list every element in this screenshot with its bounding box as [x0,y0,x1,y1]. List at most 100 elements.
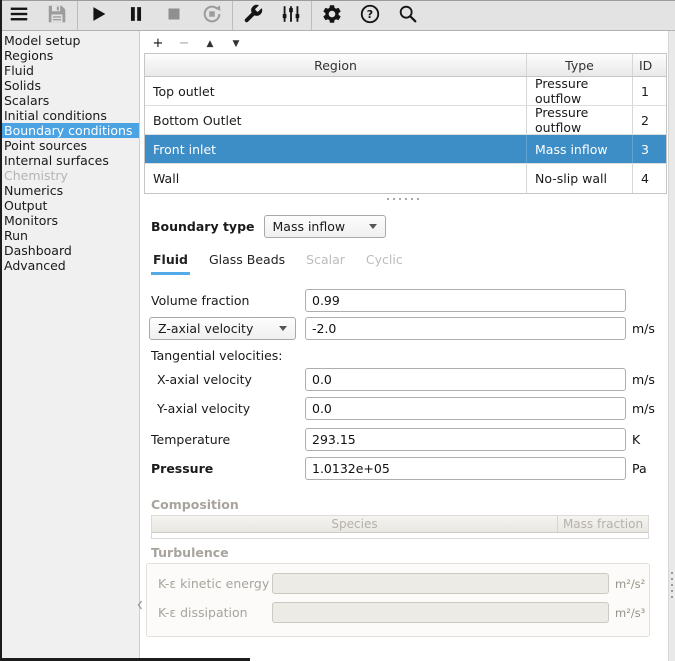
table-row-front-inlet[interactable]: Front inlet Mass inflow 3 [145,135,666,164]
chevron-down-icon [369,224,377,229]
cell-id: 3 [632,135,666,163]
remove-region-button: − [174,35,194,53]
sidebar-item-initial-conditions[interactable]: Initial conditions [0,108,139,123]
ke-kinetic-energy-unit: m²/s² [615,573,645,595]
boundary-type-row: Boundary type Mass inflow [151,215,386,238]
search-button[interactable] [389,1,427,30]
axial-velocity-input[interactable] [305,317,626,340]
navigation-sidebar: Model setup Regions Fluid Solids Scalars… [0,31,140,661]
y-velocity-row: Y-axial velocity m/s [140,397,667,420]
content-area: Model setup Regions Fluid Solids Scalars… [0,31,675,661]
chevron-down-icon [279,326,287,331]
region-list-toolbar: + − ▲ ▼ [148,35,246,53]
x-velocity-row: X-axial velocity m/s [140,368,667,391]
composition-table-header: Species Mass fraction [152,516,648,533]
move-region-down-button[interactable]: ▼ [226,35,246,53]
build-button[interactable] [234,1,272,30]
table-row-top-outlet[interactable]: Top outlet Pressure outflow 1 [145,77,666,106]
volume-fraction-row: Volume fraction [140,289,667,312]
cell-region: Bottom Outlet [145,113,526,128]
run-button[interactable] [79,1,117,30]
add-region-button[interactable]: + [148,35,168,53]
temperature-unit: K [632,428,640,451]
column-header-species: Species [152,516,557,532]
sidebar-item-advanced[interactable]: Advanced [0,258,139,273]
volume-fraction-input[interactable] [305,289,626,312]
sidebar-item-output[interactable]: Output [0,198,139,213]
y-velocity-input[interactable] [305,397,626,420]
table-row-wall[interactable]: Wall No-slip wall 4 [145,164,666,193]
temperature-input[interactable] [305,428,626,451]
toolbar-separator [77,1,78,30]
hamburger-menu-icon [8,3,30,28]
help-button[interactable]: ? [351,1,389,30]
search-icon [397,3,419,28]
sidebar-item-numerics[interactable]: Numerics [0,183,139,198]
tab-cyclic: Cyclic [364,249,405,275]
ke-dissipation-row: K-ε dissipation m²/s³ [147,602,649,625]
boundary-type-value: Mass inflow [273,219,346,234]
sidebar-item-solids[interactable]: Solids [0,78,139,93]
tab-fluid[interactable]: Fluid [151,249,190,275]
sidebar-item-model-setup[interactable]: Model setup [0,33,139,48]
sidebar-item-fluid[interactable]: Fluid [0,63,139,78]
axial-velocity-unit: m/s [632,317,655,340]
tab-scalar: Scalar [304,249,347,275]
main-toolbar: ? [0,0,675,31]
axial-velocity-dropdown[interactable]: Z-axial velocity [149,317,296,340]
ke-dissipation-label: K-ε dissipation [158,602,248,624]
sidebar-item-internal-surfaces[interactable]: Internal surfaces [0,153,139,168]
vertical-splitter-handle[interactable] [671,572,673,600]
x-velocity-input[interactable] [305,368,626,391]
right-splitter-gutter[interactable] [668,31,675,661]
sidebar-item-chemistry: Chemistry [0,168,139,183]
sidebar-item-monitors[interactable]: Monitors [0,213,139,228]
ke-dissipation-unit: m²/s³ [615,602,645,624]
cell-id: 4 [632,164,666,193]
phase-tabs: Fluid Glass Beads Scalar Cyclic [151,249,405,275]
tab-glass-beads[interactable]: Glass Beads [207,249,287,275]
stop-button [155,1,193,30]
temperature-label: Temperature [151,428,230,451]
parameters-button[interactable] [272,1,310,30]
tangential-velocities-label: Tangential velocities: [151,348,283,364]
pause-button[interactable] [117,1,155,30]
sidebar-item-point-sources[interactable]: Point sources [0,138,139,153]
temperature-row: Temperature K [140,428,667,451]
stop-icon [163,3,185,28]
turbulence-heading: Turbulence [151,545,229,560]
sidebar-item-dashboard[interactable]: Dashboard [0,243,139,258]
sidebar-item-boundary-conditions[interactable]: Boundary conditions [0,123,139,138]
table-row-bottom-outlet[interactable]: Bottom Outlet Pressure outflow 2 [145,106,666,135]
move-region-up-button[interactable]: ▲ [200,35,220,53]
window-frame-left [0,0,2,661]
ke-dissipation-input [272,602,609,623]
save-floppy-icon [46,3,68,28]
composition-table: Species Mass fraction [151,515,649,539]
pressure-input[interactable] [305,457,626,480]
svg-text:?: ? [367,8,373,21]
sidebar-item-regions[interactable]: Regions [0,48,139,63]
pressure-unit: Pa [632,457,647,480]
ke-kinetic-energy-row: K-ε kinetic energy m²/s² [147,573,649,596]
column-header-region: Region [145,58,526,73]
reset-icon [201,3,223,28]
volume-fraction-label: Volume fraction [151,289,249,312]
cell-type: Pressure outflow [526,77,632,105]
cell-region: Front inlet [145,142,526,157]
column-header-type: Type [526,54,632,76]
cell-type: Pressure outflow [526,106,632,134]
sidebar-collapse-handle[interactable] [136,598,144,612]
sliders-icon [280,3,302,28]
horizontal-splitter-handle[interactable] [387,198,421,200]
cell-id: 1 [632,77,666,105]
app-window: ? Model setup Regions Fluid Solids Scala… [0,0,675,661]
menu-button[interactable] [0,1,38,30]
settings-button[interactable] [313,1,351,30]
boundary-type-dropdown[interactable]: Mass inflow [264,215,386,238]
tangential-velocities-row: Tangential velocities: [140,348,667,364]
x-velocity-unit: m/s [632,368,655,391]
sidebar-item-scalars[interactable]: Scalars [0,93,139,108]
sidebar-item-run[interactable]: Run [0,228,139,243]
ke-kinetic-energy-input [272,573,609,594]
